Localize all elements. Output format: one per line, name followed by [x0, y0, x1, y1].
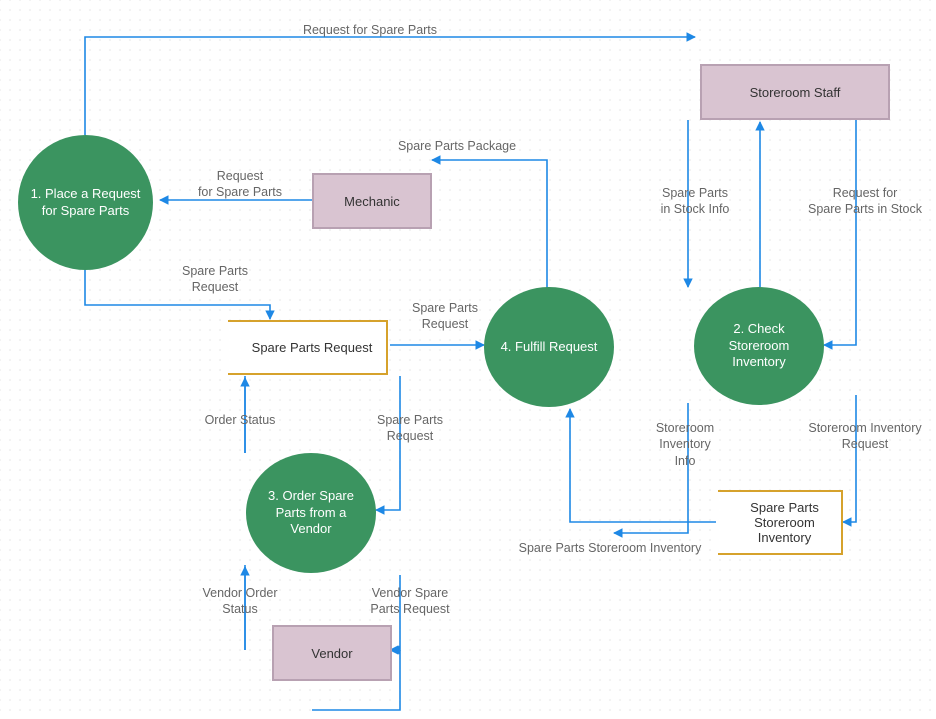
process-fulfill-request[interactable]: 4. Fulfill Request	[484, 287, 614, 407]
flow-label: Storeroom Inventory Info	[645, 420, 725, 469]
flow-label: Spare Parts Storeroom Inventory	[510, 540, 710, 556]
entity-label: Mechanic	[344, 194, 400, 209]
process-label: 1. Place a Request for Spare Parts	[26, 186, 145, 220]
flow-label: Spare Parts in Stock Info	[650, 185, 740, 218]
flow-label: Spare Parts Request	[400, 300, 490, 333]
entity-mechanic[interactable]: Mechanic	[312, 173, 432, 229]
diagram-canvas[interactable]: 1. Place a Request for Spare Parts 2. Ch…	[0, 0, 936, 719]
process-place-request[interactable]: 1. Place a Request for Spare Parts	[18, 135, 153, 270]
flow-label: Request for Spare Parts	[290, 22, 450, 38]
flow-label: Request for Spare Parts in Stock	[800, 185, 930, 218]
flow-label: Spare Parts Request	[170, 263, 260, 296]
process-order-vendor[interactable]: 3. Order Spare Parts from a Vendor	[246, 453, 376, 573]
flow-label: Storeroom Inventory Request	[800, 420, 930, 453]
datastore-spare-parts-request[interactable]: Spare Parts Request	[228, 320, 388, 375]
flow-label: Spare Parts Package	[382, 138, 532, 154]
process-label: 3. Order Spare Parts from a Vendor	[254, 488, 368, 539]
datastore-label: Spare Parts Storeroom Inventory	[734, 500, 835, 545]
entity-label: Storeroom Staff	[750, 85, 841, 100]
entity-label: Vendor	[311, 646, 352, 661]
flow-label: Request for Spare Parts	[180, 168, 300, 201]
datastore-label: Spare Parts Request	[252, 340, 373, 355]
flow-label: Order Status	[190, 412, 290, 428]
process-check-inventory[interactable]: 2. Check Storeroom Inventory	[694, 287, 824, 405]
process-label: 2. Check Storeroom Inventory	[702, 321, 816, 372]
datastore-storeroom-inventory[interactable]: Spare Parts Storeroom Inventory	[718, 490, 843, 555]
flow-label: Vendor Spare Parts Request	[360, 585, 460, 618]
flow-label: Vendor Order Status	[190, 585, 290, 618]
flow-label: Spare Parts Request	[365, 412, 455, 445]
entity-vendor[interactable]: Vendor	[272, 625, 392, 681]
process-label: 4. Fulfill Request	[501, 339, 598, 356]
entity-storeroom-staff[interactable]: Storeroom Staff	[700, 64, 890, 120]
